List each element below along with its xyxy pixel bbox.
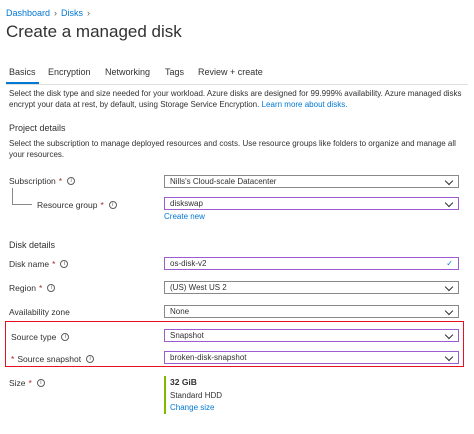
tree-connector xyxy=(12,188,13,204)
source-type-label: Source type i xyxy=(11,332,70,342)
resource-group-select[interactable]: diskswap xyxy=(164,197,459,210)
size-tier: Standard HDD xyxy=(170,391,223,400)
chevron-down-icon xyxy=(444,198,454,208)
source-type-select[interactable]: Snapshot xyxy=(164,329,459,342)
required-marker: * xyxy=(38,283,43,293)
resource-group-label: Resource group * i xyxy=(37,200,117,210)
required-marker: * xyxy=(28,378,32,388)
tab-divider xyxy=(6,84,468,85)
chevron-right-icon: › xyxy=(54,8,58,18)
source-snapshot-select[interactable]: broken-disk-snapshot xyxy=(164,351,459,364)
page-title: Create a managed disk xyxy=(6,22,182,41)
chevron-down-icon xyxy=(444,306,454,316)
tab-encryption[interactable]: Encryption xyxy=(48,67,91,77)
size-label: Size * i xyxy=(9,378,45,388)
project-details-heading: Project details xyxy=(9,123,66,133)
tree-connector xyxy=(12,204,32,205)
disk-name-label: Disk name * i xyxy=(9,259,69,269)
tab-bar: Basics Encryption Networking Tags Review… xyxy=(0,67,474,85)
info-icon[interactable]: i xyxy=(61,333,70,341)
disk-details-heading: Disk details xyxy=(9,240,56,250)
create-new-link[interactable]: Create new xyxy=(164,212,205,221)
tab-review-create[interactable]: Review + create xyxy=(198,67,263,77)
info-icon[interactable]: i xyxy=(47,284,56,292)
subscription-label: Subscription * i xyxy=(9,176,76,186)
chevron-down-icon xyxy=(444,352,454,362)
disk-name-input[interactable]: os-disk-v2 ✓ xyxy=(164,257,459,270)
chevron-down-icon xyxy=(444,176,454,186)
info-icon[interactable]: i xyxy=(67,177,76,185)
tab-basics[interactable]: Basics xyxy=(6,67,38,84)
availability-zone-select[interactable]: None xyxy=(164,305,459,318)
required-marker: * xyxy=(52,259,56,269)
required-marker: * xyxy=(100,200,104,210)
required-marker: * xyxy=(11,354,15,364)
change-size-link[interactable]: Change size xyxy=(170,403,214,412)
size-indicator-bar xyxy=(164,376,166,414)
info-icon[interactable]: i xyxy=(60,260,69,268)
chevron-down-icon xyxy=(444,330,454,340)
required-marker: * xyxy=(58,176,63,186)
subscription-select[interactable]: Nills's Cloud-scale Datacenter xyxy=(164,175,459,188)
info-icon[interactable]: i xyxy=(86,355,95,363)
breadcrumb: Dashboard › Disks › xyxy=(6,8,90,18)
tab-networking[interactable]: Networking xyxy=(105,67,150,77)
size-value: 32 GiB xyxy=(170,377,197,387)
project-details-description: Select the subscription to manage deploy… xyxy=(9,139,456,159)
chevron-right-icon: › xyxy=(87,8,91,18)
info-icon[interactable]: i xyxy=(36,379,45,387)
info-icon[interactable]: i xyxy=(108,201,117,209)
region-select[interactable]: (US) West US 2 xyxy=(164,281,459,294)
check-icon: ✓ xyxy=(446,259,453,268)
availability-zone-label: Availability zone xyxy=(9,307,70,317)
tab-tags[interactable]: Tags xyxy=(165,67,184,77)
breadcrumb-disks[interactable]: Disks xyxy=(61,8,83,18)
intro-text: Select the disk type and size needed for… xyxy=(9,89,462,109)
chevron-down-icon xyxy=(444,282,454,292)
breadcrumb-dashboard[interactable]: Dashboard xyxy=(6,8,50,18)
learn-more-link[interactable]: Learn more about disks. xyxy=(262,100,348,109)
region-label: Region * i xyxy=(9,283,56,293)
source-snapshot-label: * Source snapshot i xyxy=(11,354,95,364)
